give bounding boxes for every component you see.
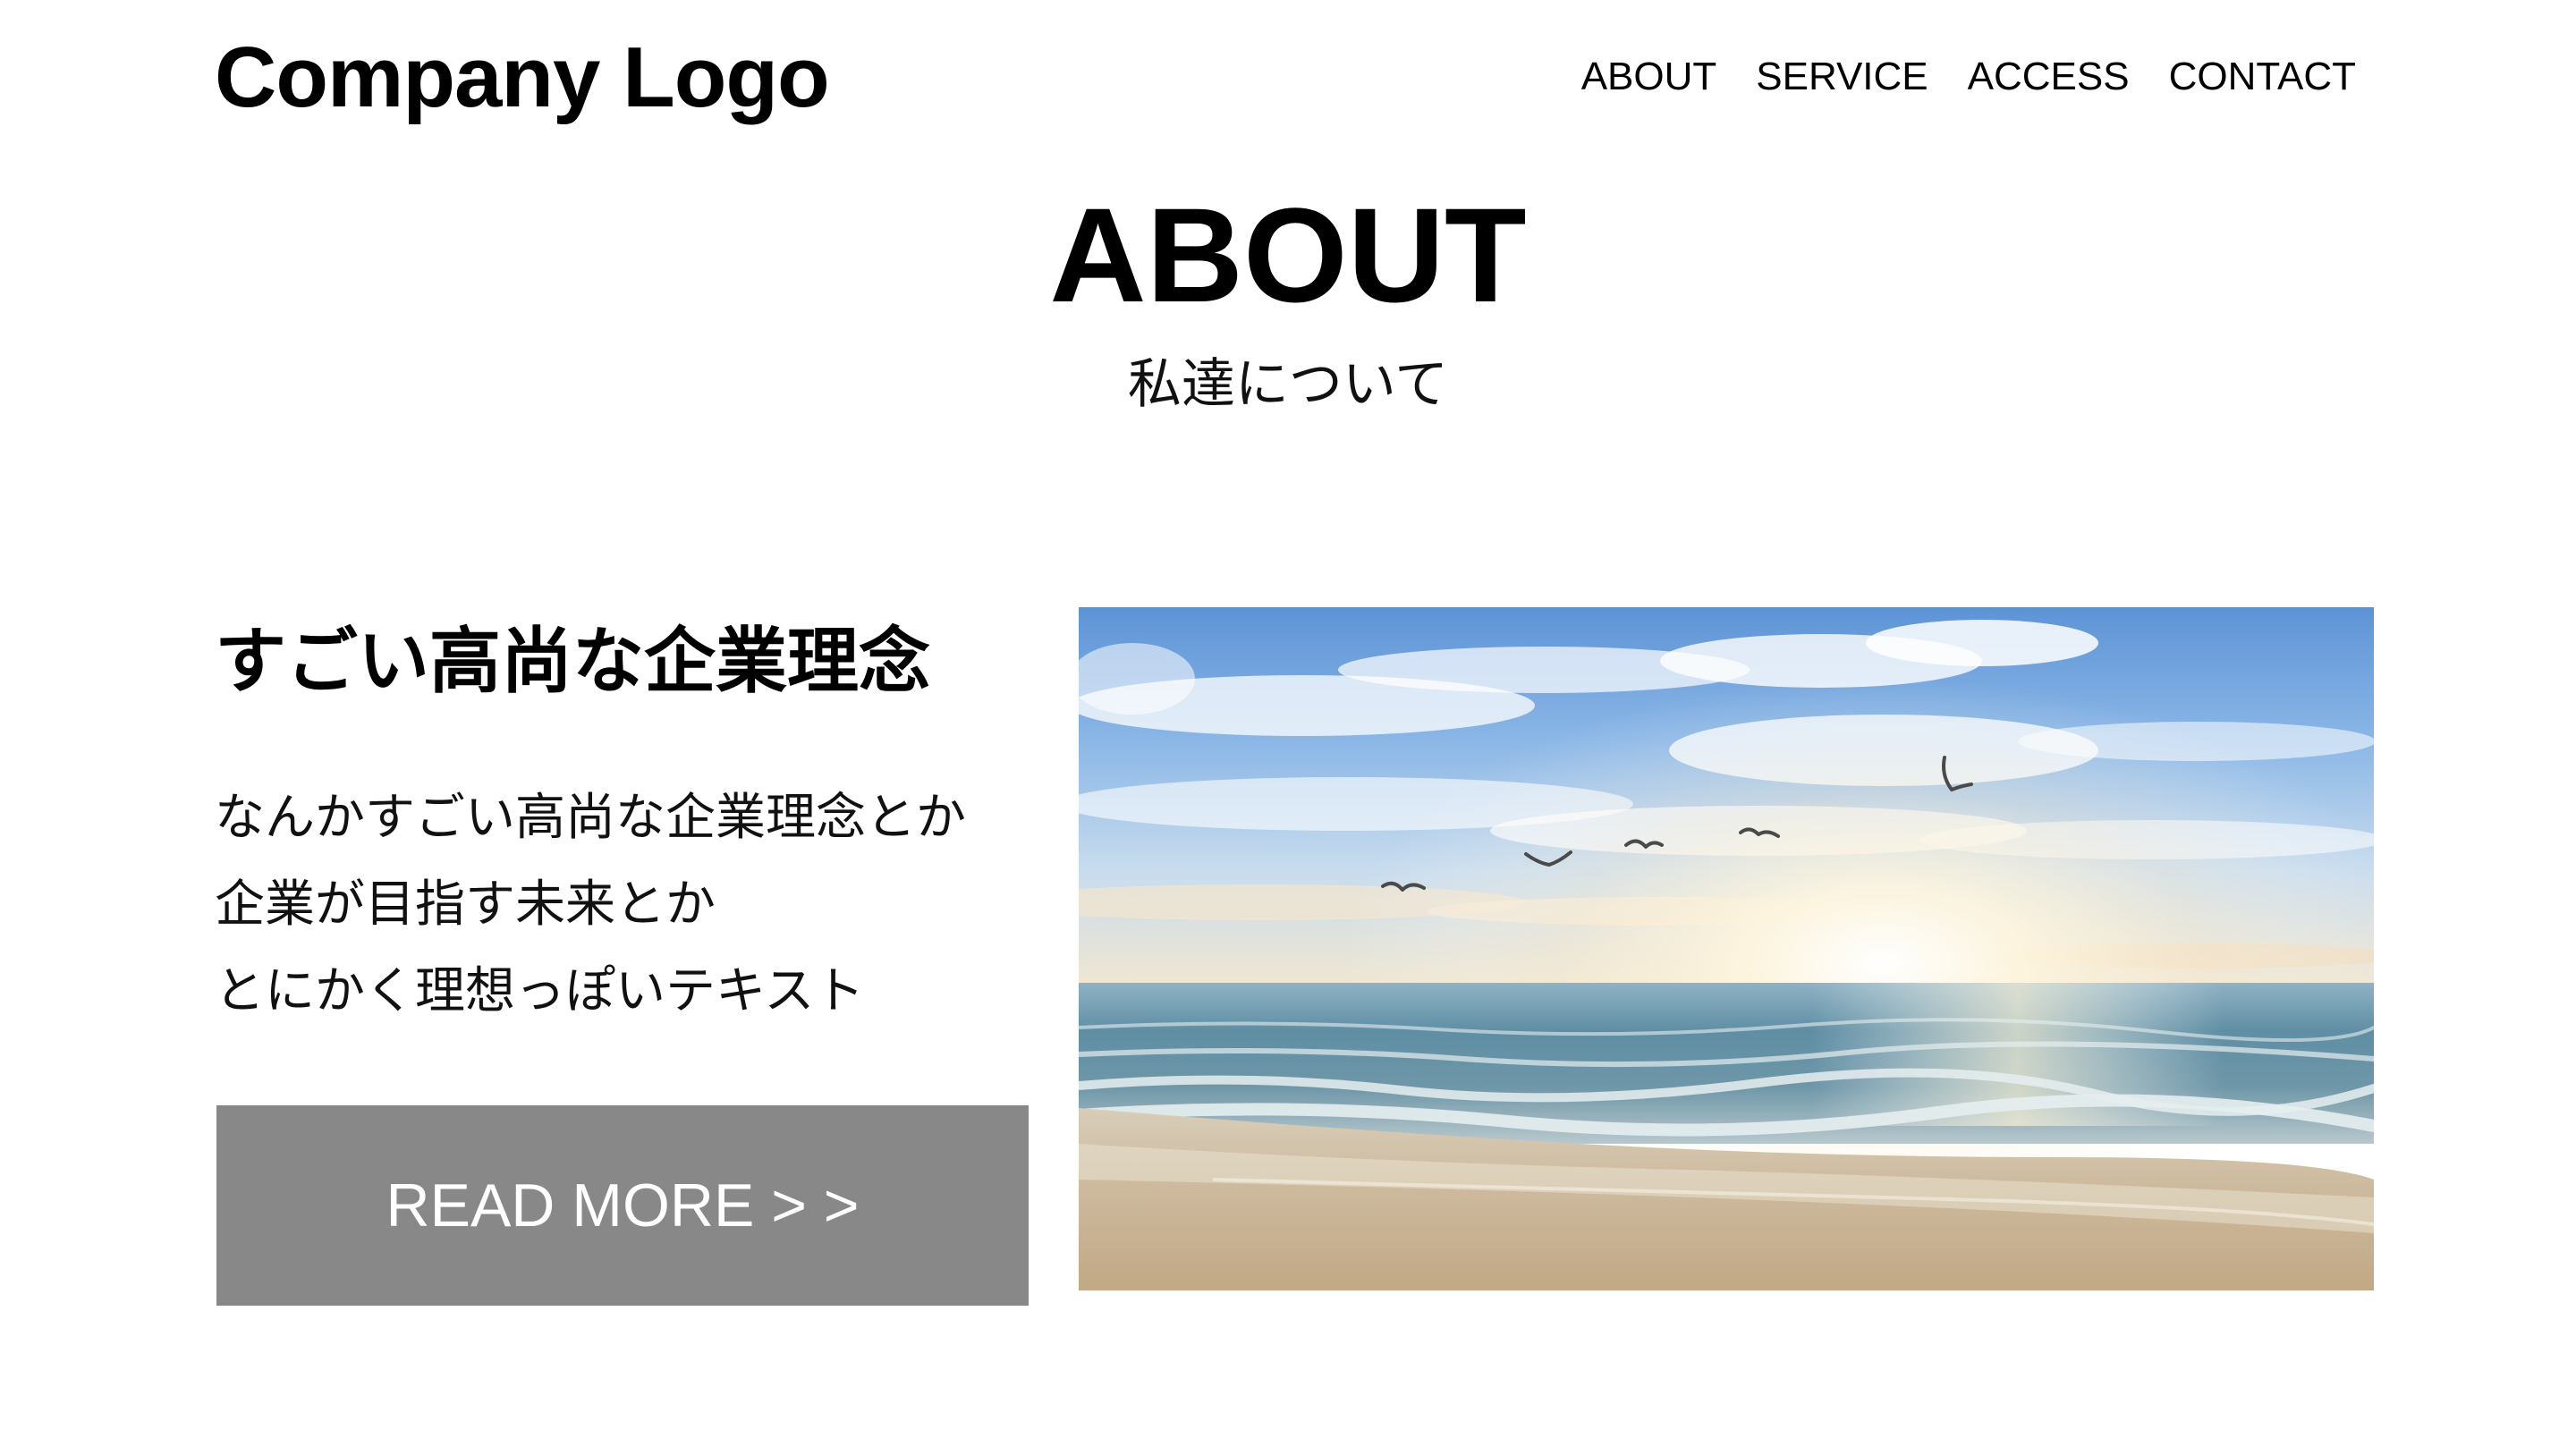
- section-subtitle: 私達について: [1127, 353, 1449, 416]
- read-more-button[interactable]: READ MORE > >: [216, 1105, 1029, 1306]
- about-text-block: すごい高尚な企業理念 なんかすごい高尚な企業理念とか 企業が目指す未来とか とに…: [215, 617, 1055, 1035]
- nav-item-contact[interactable]: CONTACT: [2169, 50, 2356, 104]
- about-headline: すごい高尚な企業理念: [215, 620, 930, 703]
- about-body-line: とにかく理想っぽいテキスト: [215, 962, 865, 1020]
- section-title: ABOUT: [1049, 180, 1527, 330]
- nav-item-service[interactable]: SERVICE: [1756, 50, 1928, 104]
- beach-sunrise-photo: [1079, 607, 2374, 1290]
- about-body-line: なんかすごい高尚な企業理念とか: [215, 789, 966, 847]
- about-body-line: 企業が目指す未来とか: [215, 876, 716, 934]
- main-nav: ABOUT SERVICE ACCESS CONTACT: [1581, 50, 2356, 104]
- about-body-text: なんかすごい高尚な企業理念とか 企業が目指す未来とか とにかく理想っぽいテキスト: [215, 774, 1055, 1035]
- site-header: Company Logo ABOUT SERVICE ACCESS CONTAC…: [0, 0, 2576, 161]
- nav-item-access[interactable]: ACCESS: [1968, 50, 2130, 104]
- nav-item-about[interactable]: ABOUT: [1581, 50, 1717, 104]
- company-logo[interactable]: Company Logo: [215, 29, 830, 127]
